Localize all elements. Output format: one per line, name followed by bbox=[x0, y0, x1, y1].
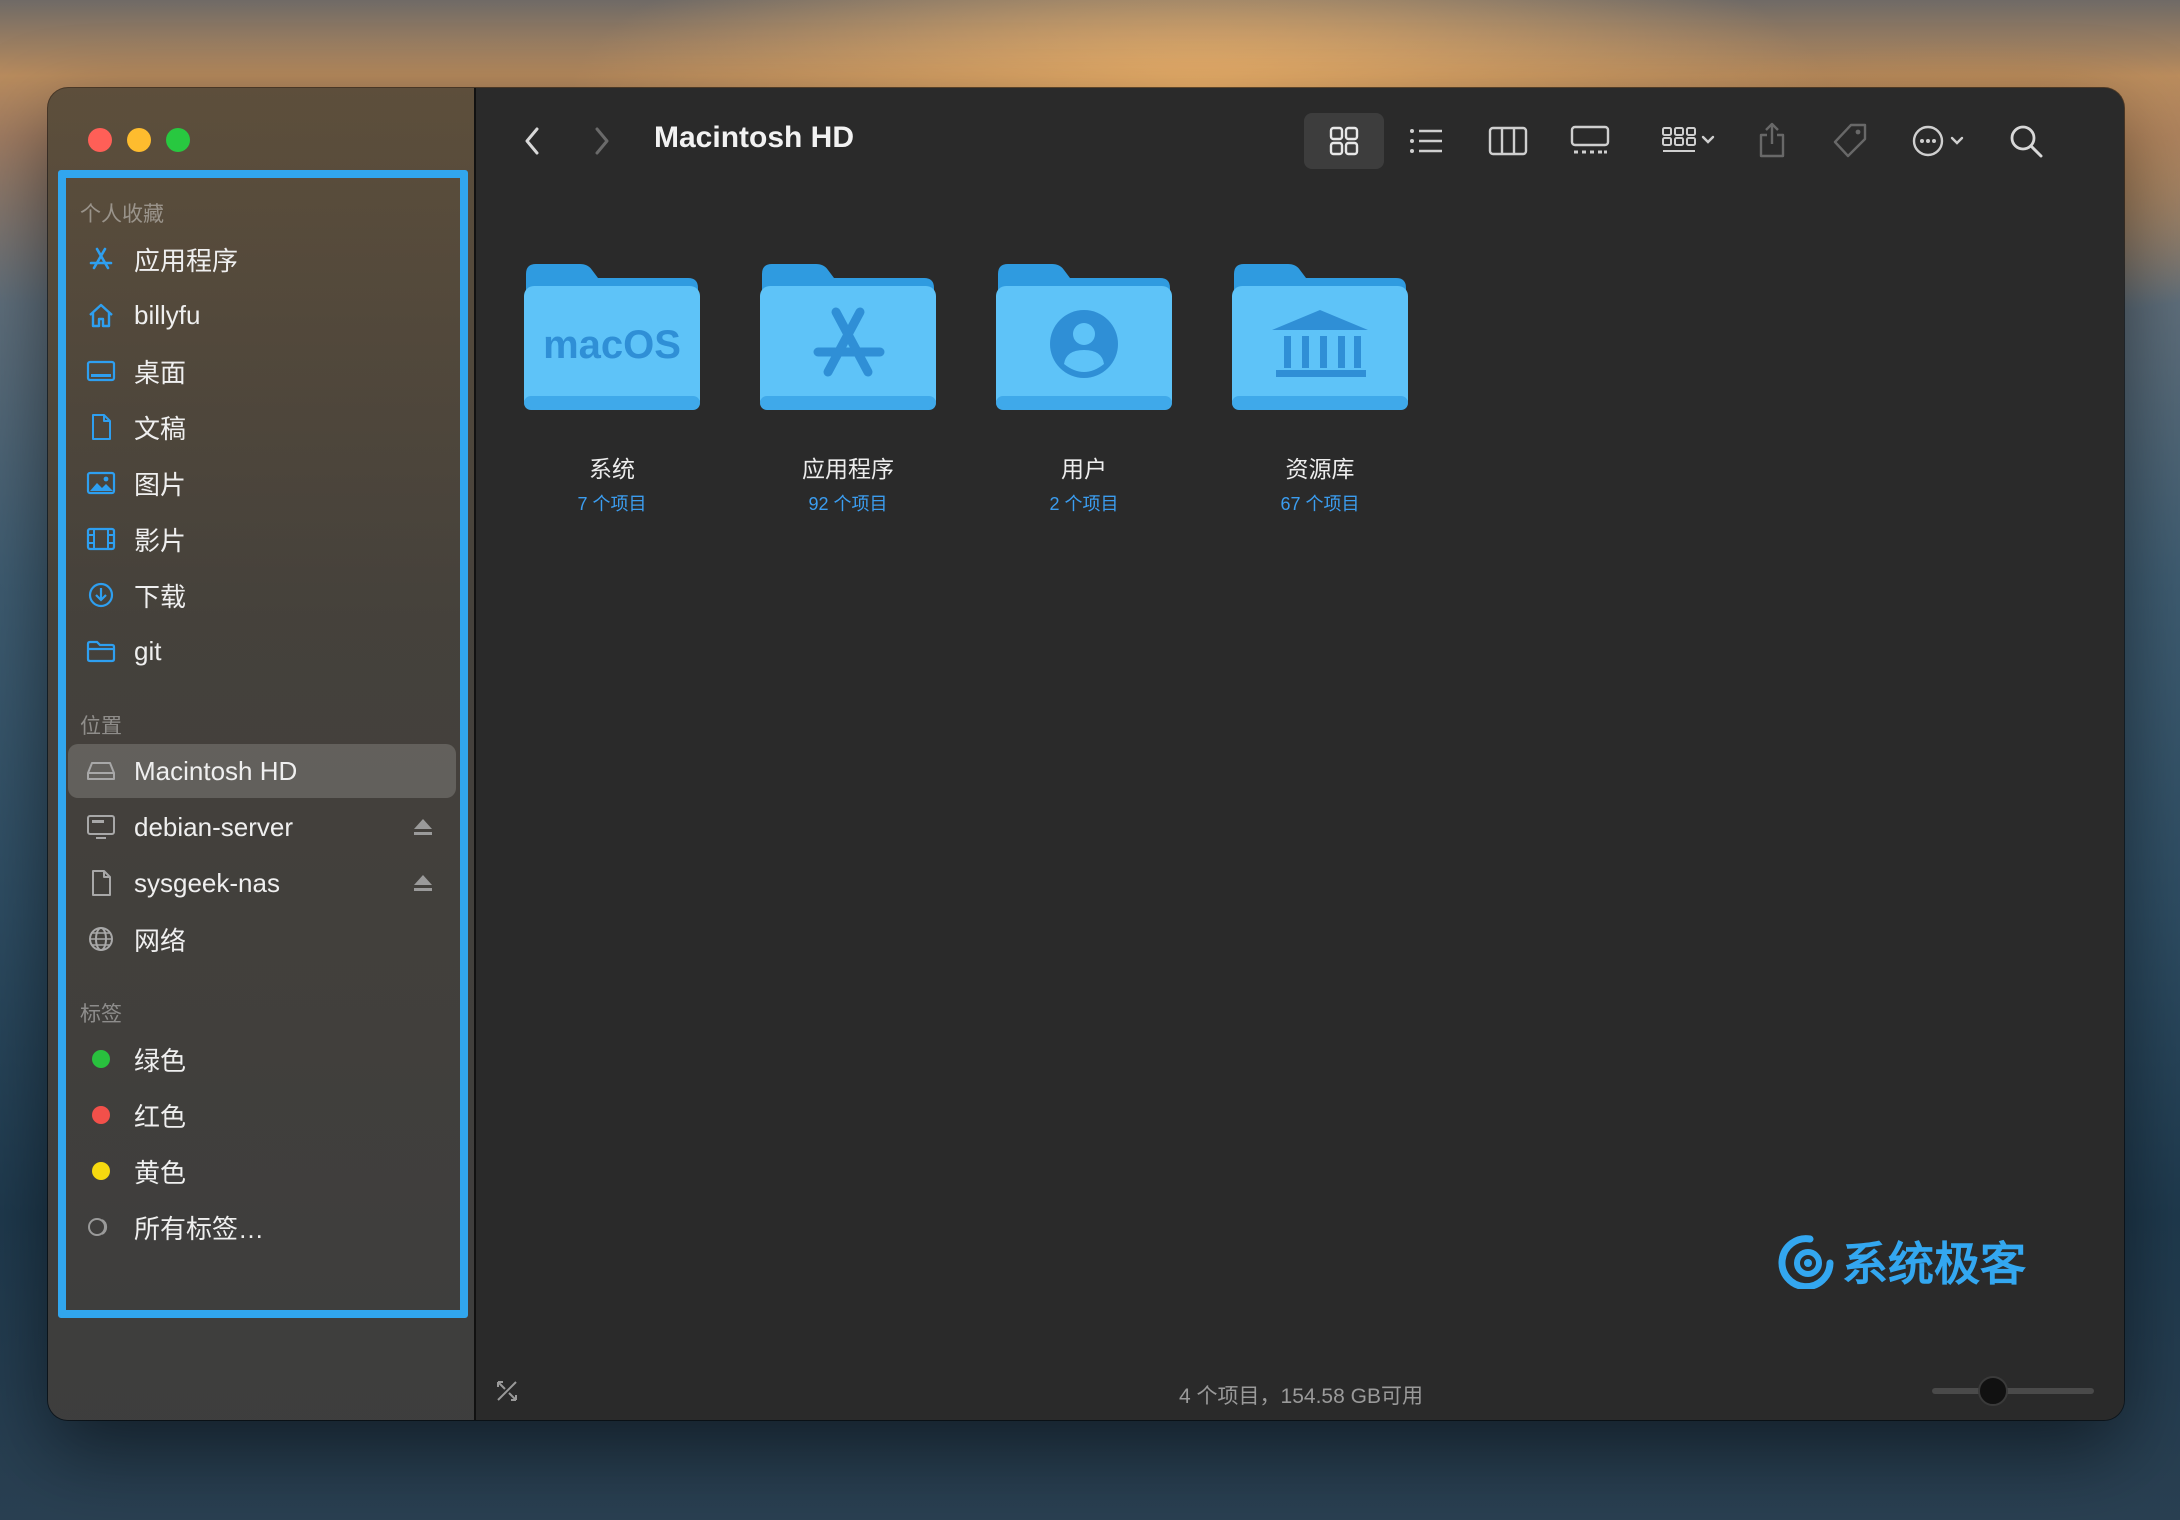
zoom-button[interactable] bbox=[166, 128, 190, 152]
sidebar-item-label: 绿色 bbox=[134, 1045, 187, 1076]
locations-header: 位置 bbox=[80, 715, 122, 738]
eject-icon[interactable] bbox=[412, 817, 434, 842]
app-store-folder-icon bbox=[760, 264, 936, 410]
more-icon[interactable] bbox=[1900, 113, 1980, 169]
forward-icon[interactable] bbox=[582, 116, 622, 166]
photo-icon bbox=[84, 471, 118, 495]
tag-icon[interactable] bbox=[1822, 110, 1878, 170]
icon-view-icon[interactable] bbox=[1304, 113, 1384, 169]
tags-header: 标签 bbox=[80, 1003, 122, 1026]
sidebar-item-label: sysgeek-nas bbox=[134, 867, 280, 898]
sidebar-item-downloads[interactable]: 下载 bbox=[68, 568, 456, 622]
folder-item-applications[interactable]: 应用程序 92 个项目 bbox=[748, 260, 948, 516]
sysgeek-logo-icon bbox=[1778, 1235, 1834, 1289]
sidebar-item-git[interactable]: git bbox=[68, 624, 456, 678]
app-store-icon bbox=[84, 246, 118, 272]
favorites-header: 个人收藏 bbox=[80, 203, 164, 226]
sidebar-item-macintosh-hd[interactable]: Macintosh HD bbox=[68, 744, 456, 798]
status-bar: 4 个项目，154.58 GB可用 bbox=[478, 1362, 2124, 1420]
folder-item-users[interactable]: 用户 2 个项目 bbox=[984, 260, 1184, 516]
content-area: Macintosh HD macOS 系统 7 个项目 应用程序 92 个项目 … bbox=[478, 88, 2124, 1420]
all-tags-icon bbox=[84, 1216, 118, 1238]
back-icon[interactable] bbox=[512, 116, 552, 166]
folder-name: 用户 bbox=[1061, 456, 1107, 482]
zoom-slider-knob[interactable] bbox=[1978, 1376, 2009, 1406]
sidebar-item-label: billyfu bbox=[134, 299, 201, 330]
window-controls bbox=[88, 128, 190, 152]
zoom-slider[interactable] bbox=[1932, 1376, 2094, 1406]
sidebar-item-label: 文稿 bbox=[134, 413, 187, 444]
tag-dot-icon bbox=[84, 1050, 118, 1068]
sidebar-item-all-tags[interactable]: 所有标签… bbox=[68, 1200, 456, 1254]
sidebar: 个人收藏 应用程序 billyfu 桌面 文稿 图片 影片 下载 git 位置 … bbox=[48, 88, 476, 1420]
sidebar-item-pictures[interactable]: 图片 bbox=[68, 456, 456, 510]
sidebar-item-label: 图片 bbox=[134, 469, 187, 500]
watermark-text: 系统极客 bbox=[1842, 1238, 2026, 1290]
server-icon bbox=[84, 814, 118, 840]
folder-item-library[interactable]: 资源库 67 个项目 bbox=[1220, 260, 1420, 516]
sidebar-item-label: 影片 bbox=[134, 525, 187, 556]
folder-count: 67 个项目 bbox=[1280, 494, 1360, 514]
sidebar-item-desktop[interactable]: 桌面 bbox=[68, 344, 456, 398]
network-icon bbox=[84, 925, 118, 953]
sidebar-item-sysgeek-nas[interactable]: sysgeek-nas bbox=[68, 856, 456, 910]
folder-item-system[interactable]: macOS 系统 7 个项目 bbox=[512, 260, 712, 516]
user-folder-icon bbox=[996, 264, 1172, 410]
sidebar-item-label: 下载 bbox=[134, 581, 187, 612]
list-view-icon[interactable] bbox=[1390, 113, 1462, 169]
folder-count: 7 个项目 bbox=[577, 494, 647, 514]
sidebar-item-tag-yellow[interactable]: 黄色 bbox=[68, 1144, 456, 1198]
watermark-logo: 系统极客 bbox=[1774, 1228, 2026, 1294]
sidebar-item-tag-green[interactable]: 绿色 bbox=[68, 1032, 456, 1086]
svg-text:macOS: macOS bbox=[543, 323, 681, 367]
finder-window: 个人收藏 应用程序 billyfu 桌面 文稿 图片 影片 下载 git 位置 … bbox=[48, 88, 2124, 1420]
sidebar-item-label: 桌面 bbox=[134, 357, 187, 388]
sidebar-item-debian-server[interactable]: debian-server bbox=[68, 800, 456, 854]
search-icon[interactable] bbox=[1998, 113, 2054, 169]
sidebar-item-label: debian-server bbox=[134, 811, 293, 842]
desktop-icon bbox=[84, 359, 118, 383]
film-icon bbox=[84, 527, 118, 551]
folder-count: 92 个项目 bbox=[808, 494, 888, 514]
folder-name: 资源库 bbox=[1285, 456, 1355, 482]
tag-dot-icon bbox=[84, 1162, 118, 1180]
download-icon bbox=[84, 581, 118, 609]
sidebar-item-movies[interactable]: 影片 bbox=[68, 512, 456, 566]
tag-dot-icon bbox=[84, 1106, 118, 1124]
folder-name: 应用程序 bbox=[802, 456, 894, 482]
group-icon[interactable] bbox=[1648, 113, 1730, 169]
eject-icon[interactable] bbox=[412, 873, 434, 898]
sidebar-item-home[interactable]: billyfu bbox=[68, 288, 456, 342]
document-icon bbox=[84, 413, 118, 441]
sidebar-item-network[interactable]: 网络 bbox=[68, 912, 456, 966]
library-folder-icon bbox=[1232, 264, 1408, 410]
window-title: Macintosh HD bbox=[654, 121, 855, 154]
share-icon[interactable] bbox=[1744, 110, 1800, 170]
sidebar-item-tag-red[interactable]: 红色 bbox=[68, 1088, 456, 1142]
sidebar-item-label: Macintosh HD bbox=[134, 755, 298, 786]
folder-icon bbox=[84, 639, 118, 663]
hard-drive-icon bbox=[84, 760, 118, 782]
sidebar-item-label: 黄色 bbox=[134, 1157, 187, 1188]
gallery-view-icon[interactable] bbox=[1554, 113, 1626, 169]
home-icon bbox=[84, 302, 118, 328]
minimize-button[interactable] bbox=[127, 128, 151, 152]
close-button[interactable] bbox=[88, 128, 112, 152]
sidebar-item-label: 红色 bbox=[134, 1101, 187, 1132]
sidebar-item-applications[interactable]: 应用程序 bbox=[68, 232, 456, 286]
sidebar-item-label: 应用程序 bbox=[134, 245, 239, 276]
sidebar-item-label: 所有标签… bbox=[134, 1213, 265, 1244]
toolbar: Macintosh HD bbox=[478, 88, 2124, 198]
column-view-icon[interactable] bbox=[1472, 113, 1544, 169]
folder-count: 2 个项目 bbox=[1049, 494, 1119, 514]
document-icon bbox=[84, 869, 118, 897]
sidebar-item-label: git bbox=[134, 635, 162, 666]
sidebar-item-documents[interactable]: 文稿 bbox=[68, 400, 456, 454]
sidebar-item-label: 网络 bbox=[134, 925, 187, 956]
status-text: 4 个项目，154.58 GB可用 bbox=[1179, 1385, 1423, 1408]
folder-name: 系统 bbox=[589, 456, 635, 482]
macos-folder-icon: macOS bbox=[524, 264, 700, 410]
